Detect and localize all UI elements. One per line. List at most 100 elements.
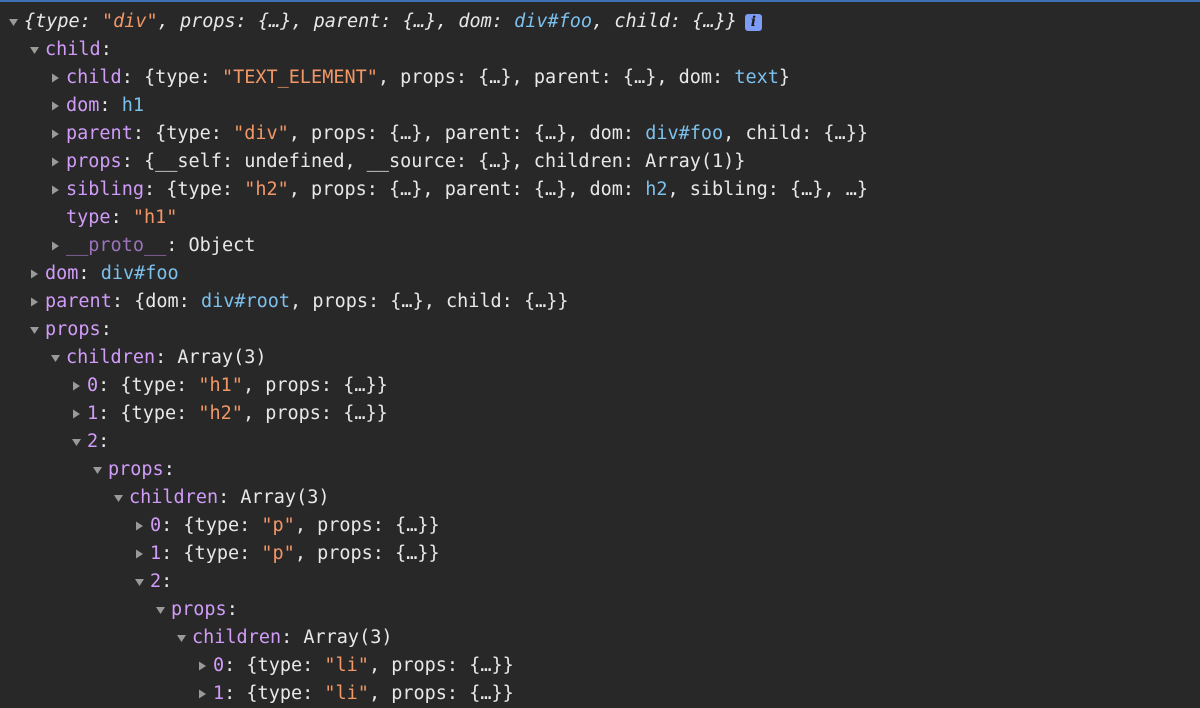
triangle-right-icon[interactable] <box>50 100 61 112</box>
tree-row-16[interactable]: props: <box>0 456 1200 484</box>
property-value: : <box>98 431 110 452</box>
property-key: 0 <box>150 515 162 536</box>
property-key: 1 <box>87 403 99 424</box>
property-key: props <box>171 599 227 620</box>
property-value: div#foo <box>514 11 593 32</box>
triangle-right-icon[interactable] <box>134 548 145 560</box>
tree-row-20[interactable]: 2: <box>0 568 1200 596</box>
triangle-down-icon[interactable] <box>71 436 82 448</box>
triangle-right-icon[interactable] <box>71 380 82 392</box>
property-value: "h2" <box>244 179 289 200</box>
triangle-right-icon[interactable] <box>197 688 208 700</box>
tree-row-4[interactable]: parent: {type: "div", props: {…}, parent… <box>0 120 1200 148</box>
triangle-right-icon[interactable] <box>134 520 145 532</box>
property-value: , props: {…}} <box>368 683 514 704</box>
tree-row-0[interactable]: {type: "div", props: {…}, parent: {…}, d… <box>0 8 1200 36</box>
tree-row-18[interactable]: 0: {type: "p", props: {…}} <box>0 512 1200 540</box>
triangle-right-icon[interactable] <box>50 156 61 168</box>
triangle-right-icon[interactable] <box>29 296 40 308</box>
tree-row-9[interactable]: dom: div#foo <box>0 260 1200 288</box>
property-value: : Array(3) <box>218 487 330 508</box>
property-value: "p" <box>261 543 295 564</box>
property-value: : {type: <box>161 515 262 536</box>
property-value: , props: {…}, parent: {…}, dom: <box>288 123 646 144</box>
triangle-right-icon[interactable] <box>50 184 61 196</box>
property-value: {type: <box>24 11 102 32</box>
property-value: } <box>778 67 791 88</box>
property-key: 0 <box>87 375 99 396</box>
property-value: : <box>100 319 112 340</box>
info-icon[interactable]: i <box>744 14 762 31</box>
property-value: : Object <box>166 235 256 256</box>
tree-row-13[interactable]: 0: {type: "h1", props: {…}} <box>0 372 1200 400</box>
property-value: "TEXT_ELEMENT" <box>221 67 378 88</box>
property-value: : <box>100 39 112 60</box>
triangle-down-icon[interactable] <box>29 324 40 336</box>
triangle-down-icon[interactable] <box>155 604 166 616</box>
tree-row-23[interactable]: 0: {type: "li", props: {…}} <box>0 652 1200 680</box>
property-key: 1 <box>150 543 162 564</box>
triangle-right-icon[interactable] <box>50 240 61 252</box>
property-value: : <box>161 571 173 592</box>
tree-row-12[interactable]: children: Array(3) <box>0 344 1200 372</box>
triangle-down-icon[interactable] <box>50 352 61 364</box>
tree-row-10[interactable]: parent: {dom: div#root, props: {…}, chil… <box>0 288 1200 316</box>
tree-row-17[interactable]: children: Array(3) <box>0 484 1200 512</box>
property-value: , props: {…}} <box>294 515 440 536</box>
triangle-down-icon[interactable] <box>8 16 19 28</box>
tree-row-3[interactable]: dom: h1 <box>0 92 1200 120</box>
property-value: : {type: <box>132 123 234 144</box>
tree-row-5[interactable]: props: {__self: undefined, __source: {…}… <box>0 148 1200 176</box>
property-value: : {type: <box>98 375 199 396</box>
property-value: : {type: <box>161 543 262 564</box>
property-value: , props: {…}} <box>368 655 514 676</box>
property-value: div#root <box>200 291 291 312</box>
property-key: dom <box>45 263 79 284</box>
property-value: : Array(3) <box>281 627 393 648</box>
property-value: h1 <box>121 95 144 116</box>
property-value: div#foo <box>100 263 179 284</box>
triangle-right-icon[interactable] <box>50 128 61 140</box>
triangle-down-icon[interactable] <box>29 44 40 56</box>
property-value: : {__self: undefined, __source: {…}, chi… <box>121 151 746 172</box>
property-value: : Array(3) <box>155 347 267 368</box>
property-key: props <box>108 459 164 480</box>
tree-row-6[interactable]: sibling: {type: "h2", props: {…}, parent… <box>0 176 1200 204</box>
property-value: : {type: <box>121 67 222 88</box>
property-key: child <box>66 67 122 88</box>
tree-row-2[interactable]: child: {type: "TEXT_ELEMENT", props: {…}… <box>0 64 1200 92</box>
property-value: , child: {…}} <box>723 123 868 144</box>
property-key: children <box>66 347 156 368</box>
property-value: , props: {…}, parent: {…}, dom: <box>157 11 515 32</box>
property-value: : <box>226 599 238 620</box>
property-value: "li" <box>324 655 369 676</box>
triangle-right-icon[interactable] <box>50 72 61 84</box>
tree-row-11[interactable]: props: <box>0 316 1200 344</box>
tree-row-14[interactable]: 1: {type: "h2", props: {…}} <box>0 400 1200 428</box>
triangle-right-icon[interactable] <box>71 408 82 420</box>
property-value: , props: {…}, parent: {…}, dom: <box>288 179 646 200</box>
triangle-down-icon[interactable] <box>113 492 124 504</box>
triangle-down-icon[interactable] <box>176 632 187 644</box>
tree-row-15[interactable]: 2: <box>0 428 1200 456</box>
triangle-right-icon[interactable] <box>197 660 208 672</box>
property-value: "div" <box>233 123 289 144</box>
triangle-down-icon[interactable] <box>134 576 145 588</box>
property-value: : <box>78 263 101 284</box>
property-key: children <box>192 627 282 648</box>
triangle-down-icon[interactable] <box>92 464 103 476</box>
tree-row-8[interactable]: __proto__: Object <box>0 232 1200 260</box>
tree-row-1[interactable]: child: <box>0 36 1200 64</box>
property-value: , sibling: {…}, …} <box>667 179 868 200</box>
property-value: "div" <box>101 11 158 32</box>
triangle-right-icon[interactable] <box>29 268 40 280</box>
property-key: child <box>45 39 101 60</box>
property-key: dom <box>66 95 100 116</box>
property-value: "p" <box>261 515 295 536</box>
property-key: 0 <box>213 655 225 676</box>
tree-row-19[interactable]: 1: {type: "p", props: {…}} <box>0 540 1200 568</box>
tree-row-21[interactable]: props: <box>0 596 1200 624</box>
tree-row-22[interactable]: children: Array(3) <box>0 624 1200 652</box>
property-value: , child: {…}} <box>592 11 737 32</box>
